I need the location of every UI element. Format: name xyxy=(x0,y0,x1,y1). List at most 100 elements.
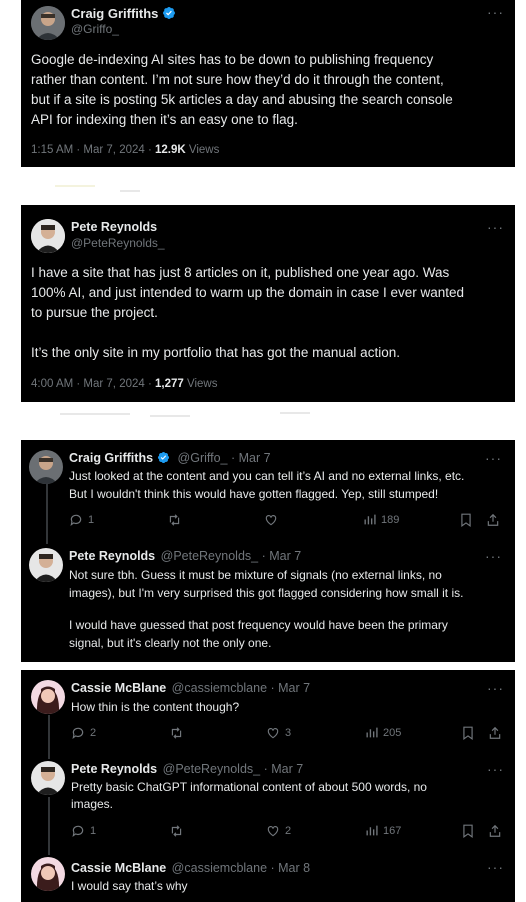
verified-badge-icon xyxy=(162,6,176,23)
share-button[interactable] xyxy=(488,726,502,740)
more-options-icon[interactable]: ··· xyxy=(487,761,504,777)
author-name-text[interactable]: Cassie McBlane xyxy=(71,861,166,875)
like-button[interactable]: 3 xyxy=(266,726,291,740)
author-handle[interactable]: @Griffo_ xyxy=(71,22,119,36)
divider xyxy=(60,413,130,415)
tweet-line: 100% AI, and just intended to warm up th… xyxy=(31,285,465,300)
reply-icon xyxy=(72,825,84,838)
share-icon xyxy=(487,513,499,526)
author-name[interactable]: Cassie McBlane @cassiemcblane · Mar 8 xyxy=(71,861,310,875)
more-options-icon[interactable]: ··· xyxy=(487,859,504,875)
timestamp-text[interactable]: 4:00 AM · Mar 7, 2024 · xyxy=(31,378,155,390)
reply-line: images. xyxy=(71,797,114,811)
like-button[interactable] xyxy=(264,513,278,527)
author-name[interactable]: Pete Reynolds @PeteReynolds_ · Mar 7 xyxy=(71,762,303,776)
reply-line: Pretty basic ChatGPT informational conte… xyxy=(71,780,427,794)
reply-button[interactable]: 2 xyxy=(71,726,96,740)
author-name[interactable]: Pete Reynolds @PeteReynolds_ · Mar 7 xyxy=(69,549,301,563)
share-icon xyxy=(489,824,501,837)
divider xyxy=(55,185,95,187)
views-label: Views xyxy=(185,144,220,156)
tweet-line: to pursue the project. xyxy=(31,305,158,320)
heart-icon xyxy=(267,728,279,739)
views-button[interactable]: 167 xyxy=(365,824,401,837)
reply-meta[interactable]: @PeteReynolds_ · Mar 7 xyxy=(163,762,304,776)
thread-connector xyxy=(48,715,50,759)
avatar[interactable] xyxy=(29,450,63,484)
more-options-icon[interactable]: ··· xyxy=(487,4,504,20)
repost-button[interactable] xyxy=(169,726,184,740)
author-name[interactable]: Pete Reynolds xyxy=(71,220,157,234)
reply-line: Just looked at the content and you can t… xyxy=(69,469,465,483)
author-name-text[interactable]: Pete Reynolds xyxy=(69,549,155,563)
author-name-text[interactable]: Craig Griffiths xyxy=(69,451,153,465)
more-options-icon[interactable]: ··· xyxy=(487,219,504,235)
avatar[interactable] xyxy=(31,219,65,253)
avatar[interactable] xyxy=(31,857,65,891)
reply-meta[interactable]: @cassiemcblane · Mar 8 xyxy=(172,861,310,875)
reply-line: But I wouldn't think this would have got… xyxy=(69,487,439,501)
reply-meta[interactable]: @Griffo_ · Mar 7 xyxy=(178,451,271,465)
like-count: 3 xyxy=(285,727,292,739)
reply-line: I would say that’s why xyxy=(71,879,188,893)
tweet-line: It’s the only site in my portfolio that … xyxy=(31,345,400,360)
author-name[interactable]: Cassie McBlane @cassiemcblane · Mar 7 xyxy=(71,681,310,695)
timestamp[interactable]: 4:00 AM · Mar 7, 2024 · 1,277 Views xyxy=(31,378,217,390)
views-button[interactable]: 189 xyxy=(363,513,399,526)
tweet-line: I have a site that has just 8 articles o… xyxy=(31,265,450,280)
author-name[interactable]: Craig Griffiths xyxy=(71,6,176,23)
avatar[interactable] xyxy=(31,6,65,40)
share-button[interactable] xyxy=(488,824,502,838)
author-name-text[interactable]: Pete Reynolds xyxy=(71,762,157,776)
reply-text: Not sure tbh. Guess it must be mixture o… xyxy=(69,566,509,652)
views-label: Views xyxy=(183,378,218,390)
reply-text: Just looked at the content and you can t… xyxy=(69,467,509,503)
more-options-icon[interactable]: ··· xyxy=(485,450,502,466)
repost-button[interactable] xyxy=(167,513,182,527)
reply-count: 2 xyxy=(90,727,97,739)
author-name-text[interactable]: Craig Griffiths xyxy=(71,6,158,21)
like-button[interactable]: 2 xyxy=(266,824,291,838)
reply-button[interactable]: 1 xyxy=(71,824,96,838)
bookmark-icon xyxy=(461,513,471,527)
repost-button[interactable] xyxy=(169,824,184,838)
tweet-craig-main: Craig Griffiths @Griffo_ ··· Google de-i… xyxy=(21,0,515,167)
reply-meta[interactable]: @PeteReynolds_ · Mar 7 xyxy=(161,549,302,563)
analytics-icon xyxy=(366,825,378,836)
tweet-line: API for indexing then it’s an easy one t… xyxy=(31,112,298,127)
tweet-text: I have a site that has just 8 articles o… xyxy=(31,263,511,363)
reply-line: Not sure tbh. Guess it must be mixture o… xyxy=(69,568,442,582)
author-handle[interactable]: @PeteReynolds_ xyxy=(71,236,165,250)
reply-text: How thin is the content though? xyxy=(71,698,501,716)
reply-button[interactable]: 1 xyxy=(69,513,94,527)
views-button[interactable]: 205 xyxy=(365,726,401,739)
tweet-text: Google de-indexing AI sites has to be do… xyxy=(31,50,511,130)
reply-meta[interactable]: @cassiemcblane · Mar 7 xyxy=(172,681,310,695)
avatar[interactable] xyxy=(31,680,65,714)
repost-icon xyxy=(171,727,182,739)
more-options-icon[interactable]: ··· xyxy=(487,680,504,696)
reply-count: 1 xyxy=(88,514,95,526)
reply-line: How thin is the content though? xyxy=(71,700,240,714)
reply-line: images), but I'm very surprised this got… xyxy=(69,586,464,600)
bookmark-button[interactable] xyxy=(462,726,474,740)
reply-icon xyxy=(72,727,84,740)
view-count: 205 xyxy=(383,726,402,739)
timestamp-text[interactable]: 1:15 AM · Mar 7, 2024 · xyxy=(31,144,155,156)
bookmark-button[interactable] xyxy=(460,513,472,527)
avatar[interactable] xyxy=(31,761,65,795)
view-count: 1,277 xyxy=(155,378,184,390)
reply-line: I would have guessed that post frequency… xyxy=(69,618,448,632)
timestamp[interactable]: 1:15 AM · Mar 7, 2024 · 12.9K Views xyxy=(31,144,219,156)
author-name[interactable]: Craig Griffiths @Griffo_ · Mar 7 xyxy=(69,451,271,467)
heart-icon xyxy=(267,826,279,837)
author-name-text[interactable]: Cassie McBlane xyxy=(71,681,166,695)
view-count: 189 xyxy=(381,513,400,526)
avatar[interactable] xyxy=(29,548,63,582)
more-options-icon[interactable]: ··· xyxy=(485,548,502,564)
view-count: 12.9K xyxy=(155,144,186,156)
analytics-icon xyxy=(364,514,376,525)
share-button[interactable] xyxy=(486,513,500,527)
bookmark-button[interactable] xyxy=(462,824,474,838)
heart-icon xyxy=(265,515,277,526)
